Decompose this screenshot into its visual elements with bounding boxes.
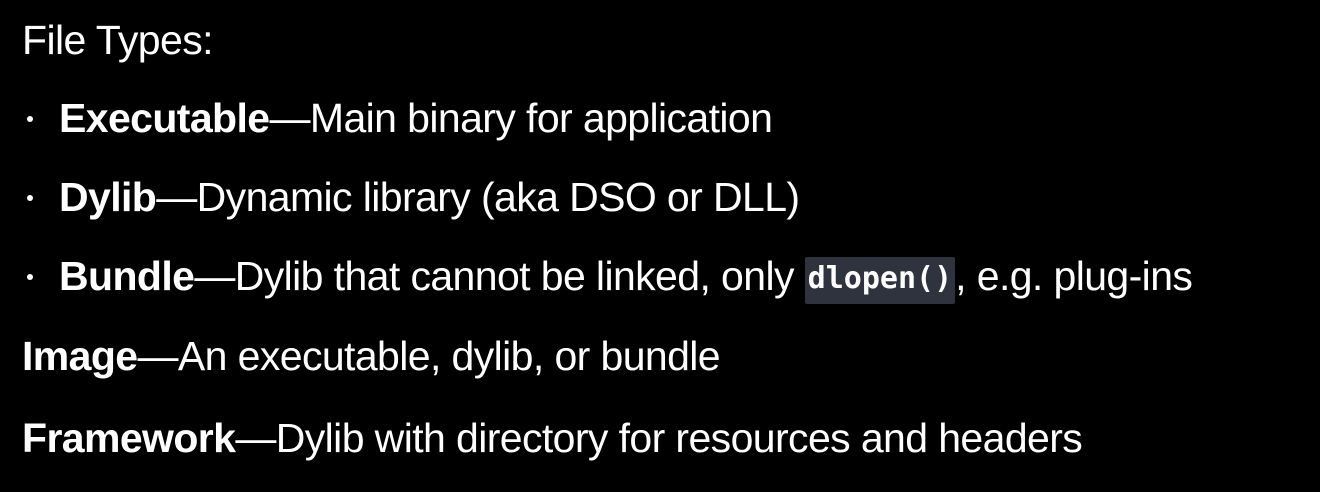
description-image: An executable, dylib, or bundle — [177, 333, 721, 379]
slide: File Types: Executable—Main binary for a… — [0, 0, 1320, 492]
term-bundle: Bundle — [59, 253, 195, 299]
bullet-dot-icon — [27, 274, 33, 281]
em-dash: — — [269, 95, 311, 141]
em-dash: — — [194, 253, 235, 299]
description-framework: Dylib with directory for resources and h… — [275, 415, 1083, 461]
code-dlopen: dlopen() — [804, 257, 956, 304]
em-dash: — — [235, 415, 276, 461]
term-executable: Executable — [59, 95, 270, 141]
bullet-dylib: Dylib—Dynamic library (aka DSO or DLL) — [22, 171, 800, 223]
em-dash: — — [156, 174, 197, 220]
description-bundle-after: , e.g. plug-ins — [955, 253, 1193, 299]
description-executable: Main binary for application — [309, 95, 773, 141]
definition-image: Image—An executable, dylib, or bundle — [22, 330, 721, 382]
term-dylib: Dylib — [59, 174, 157, 220]
bullet-dot-icon — [27, 195, 33, 202]
file-types-heading: File Types: — [22, 17, 214, 63]
bullet-dot-icon — [27, 116, 33, 123]
bullet-executable: Executable—Main binary for application — [22, 92, 773, 144]
description-dylib: Dynamic library (aka DSO or DLL) — [196, 174, 800, 220]
bullet-bundle: Bundle—Dylib that cannot be linked, only… — [22, 250, 1193, 307]
description-bundle-before: Dylib that cannot be linked, only — [234, 253, 805, 299]
em-dash: — — [137, 333, 179, 379]
term-framework: Framework — [22, 415, 236, 461]
term-image: Image — [22, 333, 138, 379]
definition-framework: Framework—Dylib with directory for resou… — [22, 412, 1083, 464]
